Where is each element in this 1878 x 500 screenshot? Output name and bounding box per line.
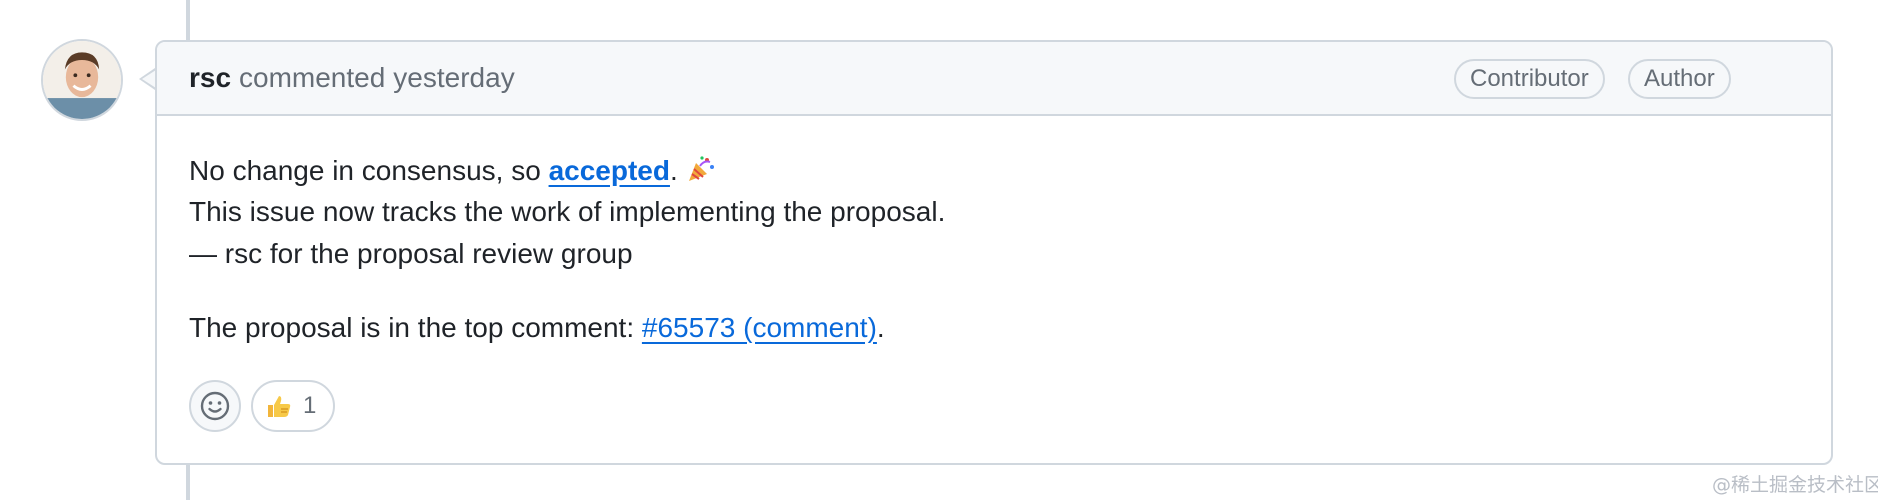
contributor-badge: Contributor (1454, 59, 1605, 99)
line4-suffix: . (876, 312, 885, 343)
line1-text: No change in consensus, so (189, 155, 549, 186)
reaction-count: 1 (303, 392, 317, 419)
watermark: @稀土掘金技术社区 (1712, 474, 1878, 496)
comment-author[interactable]: rsc (189, 62, 231, 94)
thumbs-up-icon (268, 396, 291, 417)
comment-pointer-fill (142, 70, 156, 88)
comment-body-line-1: No change in consensus, so accepted. (189, 154, 716, 187)
comment-body-line-3: — rsc for the proposal review group (189, 238, 633, 269)
line4-text: The proposal is in the top comment: (189, 312, 642, 343)
avatar-image (43, 41, 121, 119)
comment-header: rsc commented yesterday Contributor Autho… (157, 42, 1831, 116)
issue-comment-link[interactable]: #65573 (comment) (642, 312, 877, 343)
line1-suffix: . (669, 155, 678, 186)
author-badge: Author (1628, 59, 1731, 99)
add-reaction-button[interactable] (189, 380, 241, 432)
comment-action: commented (239, 62, 386, 93)
smiley-icon (200, 391, 230, 421)
accepted-link[interactable]: accepted (549, 155, 670, 186)
comment-body-line-4: The proposal is in the top comment: #655… (189, 312, 885, 344)
avatar[interactable] (41, 39, 123, 121)
comment-body-line-2: This issue now tracks the work of implem… (189, 196, 946, 227)
comment-meta: commented yesterday (239, 62, 515, 94)
comment-box: rsc commented yesterday Contributor Autho… (155, 40, 1833, 465)
comment-timestamp[interactable]: yesterday (393, 62, 514, 93)
thumbs-up-reaction[interactable]: 1 (251, 380, 335, 432)
party-popper-icon (688, 156, 714, 181)
